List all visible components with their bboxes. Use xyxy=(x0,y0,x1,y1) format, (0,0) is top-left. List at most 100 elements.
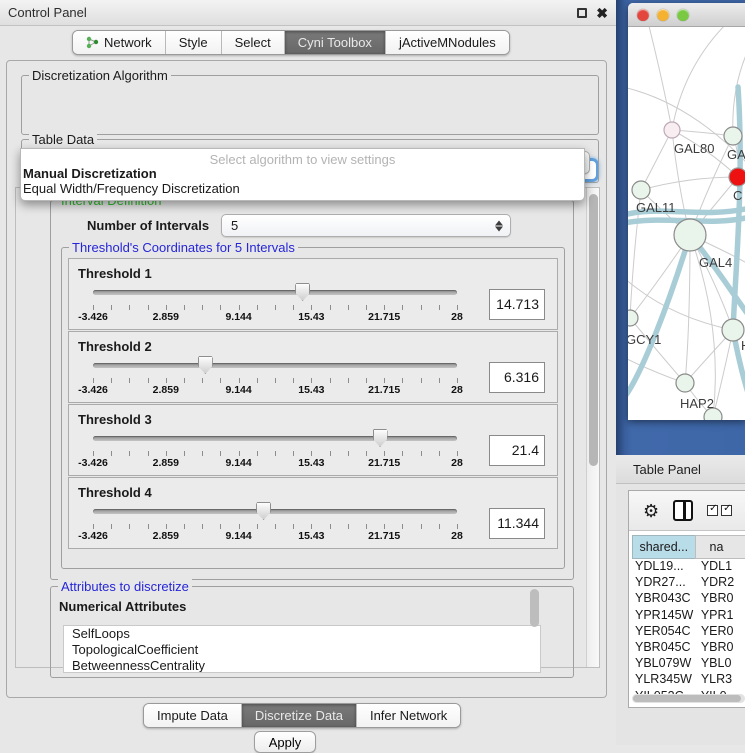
tab-jactivemnodules[interactable]: jActiveMNodules xyxy=(386,31,509,54)
dropdown-placeholder[interactable]: Select algorithm to view settings xyxy=(21,149,584,166)
checkbox-icon[interactable] xyxy=(707,505,718,516)
zoom-traffic-light-icon[interactable] xyxy=(677,9,689,21)
minimize-traffic-light-icon[interactable] xyxy=(657,9,669,21)
network-edge[interactable] xyxy=(713,330,733,417)
table-row[interactable]: YBR043CYBR0 xyxy=(632,591,745,607)
slider-thumb[interactable] xyxy=(373,429,388,447)
tick-mark xyxy=(275,305,276,310)
tick-mark xyxy=(93,305,94,310)
network-edge[interactable] xyxy=(641,177,738,190)
network-window-titlebar[interactable] xyxy=(628,3,745,27)
threshold-slider: -3.4262.8599.14415.4321.71528 xyxy=(93,478,457,548)
node-green-top[interactable] xyxy=(724,127,742,145)
tab-label: Impute Data xyxy=(157,708,228,723)
slider-track[interactable] xyxy=(93,436,457,441)
tick-mark xyxy=(111,451,112,456)
split-columns-icon[interactable] xyxy=(673,500,693,521)
group-title-discretization-algorithm: Discretization Algorithm xyxy=(29,68,171,83)
attribute-list-item[interactable]: BetweennessCentrality xyxy=(64,658,540,673)
node-gal11[interactable] xyxy=(632,181,650,199)
table-row[interactable]: YDR27...YDR2 xyxy=(632,575,745,591)
apply-button[interactable]: Apply xyxy=(254,731,316,753)
network-edge[interactable] xyxy=(648,27,672,130)
slider-track[interactable] xyxy=(93,509,457,514)
table-cell: YDL1 xyxy=(696,559,745,575)
network-edge[interactable] xyxy=(672,27,728,130)
tick-mark xyxy=(457,451,458,456)
dropdown-option-manual[interactable]: Manual Discretization xyxy=(21,166,584,181)
table-row[interactable]: YPR145WYPR1 xyxy=(632,608,745,624)
vertical-scrollbar[interactable] xyxy=(586,188,599,667)
checkbox-icon[interactable] xyxy=(721,505,732,516)
table-row[interactable]: YDL19...YDL1 xyxy=(632,559,745,575)
tab-network[interactable]: Network xyxy=(73,31,166,54)
column-header-1[interactable]: shared... xyxy=(632,535,695,559)
table-row[interactable]: YER054CYER0 xyxy=(632,624,745,640)
close-icon[interactable]: ✖ xyxy=(596,8,608,18)
attributes-list-scrollbar[interactable] xyxy=(530,589,539,627)
scale-label: 2.859 xyxy=(153,384,179,396)
threshold-value-field[interactable]: 14.713 xyxy=(489,289,545,320)
tick-mark xyxy=(421,305,422,310)
scale-label: 2.859 xyxy=(153,457,179,469)
attribute-list-item[interactable]: SelfLoops xyxy=(64,626,540,642)
slider-track[interactable] xyxy=(93,290,457,295)
num-intervals-combobox[interactable]: 5 xyxy=(221,214,511,237)
node-gal4[interactable] xyxy=(674,219,706,251)
attribute-list-item[interactable]: TopologicalCoefficient xyxy=(64,642,540,658)
tick-mark xyxy=(366,378,367,383)
table-row[interactable]: YBR045CYBR0 xyxy=(632,640,745,656)
network-edge[interactable] xyxy=(628,277,733,330)
tab-cyni-toolbox[interactable]: Cyni Toolbox xyxy=(285,31,386,54)
tick-mark xyxy=(311,451,312,456)
scale-label: 15.43 xyxy=(298,384,324,396)
tick-mark xyxy=(111,305,112,310)
tab-infer-network[interactable]: Infer Network xyxy=(357,704,460,727)
tick-mark xyxy=(202,451,203,456)
node-hap2[interactable] xyxy=(676,374,694,392)
threshold-value-field[interactable]: 21.4 xyxy=(489,435,545,466)
tick-mark xyxy=(111,378,112,383)
threshold-value-field[interactable]: 6.316 xyxy=(489,362,545,393)
scale-label: 21.715 xyxy=(368,530,400,542)
vertical-scrollbar-thumb[interactable] xyxy=(589,194,598,466)
scale-label: -3.426 xyxy=(78,457,108,469)
tab-impute-data[interactable]: Impute Data xyxy=(144,704,242,727)
scale-label: 9.144 xyxy=(225,457,251,469)
control-panel: Control Panel ✖ NetworkStyleSelectCyni T… xyxy=(0,0,616,745)
column-header-2[interactable]: na xyxy=(695,535,745,559)
close-traffic-light-icon[interactable] xyxy=(637,9,649,21)
tick-mark xyxy=(439,451,440,456)
dropdown-option-equal-width[interactable]: Equal Width/Frequency Discretization xyxy=(21,181,584,196)
horizontal-scrollbar[interactable] xyxy=(632,694,745,703)
table-panel-title: Table Panel xyxy=(633,462,701,477)
tick-mark xyxy=(366,305,367,310)
tab-select[interactable]: Select xyxy=(222,31,285,54)
slider-thumb[interactable] xyxy=(295,283,310,301)
tab-discretize-data[interactable]: Discretize Data xyxy=(242,704,357,727)
network-edge[interactable] xyxy=(641,130,672,190)
tick-mark xyxy=(129,451,130,456)
horizontal-scrollbar-thumb[interactable] xyxy=(633,695,741,702)
tab-style[interactable]: Style xyxy=(166,31,222,54)
node-gcy1[interactable] xyxy=(628,310,638,326)
slider-thumb[interactable] xyxy=(198,356,213,374)
tick-mark xyxy=(457,524,458,529)
table-row[interactable]: YLR345WYLR3 xyxy=(632,672,745,688)
slider-thumb[interactable] xyxy=(256,502,271,520)
table-row[interactable]: YBL079WYBL0 xyxy=(632,656,745,672)
table-cell: YDR2 xyxy=(696,575,745,591)
numerical-attributes-label: Numerical Attributes xyxy=(59,599,186,614)
tick-mark xyxy=(439,305,440,310)
thresholds-group: Threshold's Coordinates for 5 Intervals … xyxy=(61,247,565,569)
slider-track[interactable] xyxy=(93,363,457,368)
threshold-value-field[interactable]: 11.344 xyxy=(489,508,545,539)
gear-icon[interactable]: ⚙ xyxy=(643,502,659,520)
node-red-selected[interactable] xyxy=(729,168,745,186)
float-window-icon[interactable] xyxy=(577,8,587,18)
table-cell: YPR1 xyxy=(696,608,745,624)
tick-mark xyxy=(166,524,167,529)
network-canvas[interactable]: GAL80GACGAL11GAL4GCY1HHAP2 xyxy=(628,27,745,420)
tick-mark xyxy=(257,305,258,310)
node-pink[interactable] xyxy=(664,122,680,138)
